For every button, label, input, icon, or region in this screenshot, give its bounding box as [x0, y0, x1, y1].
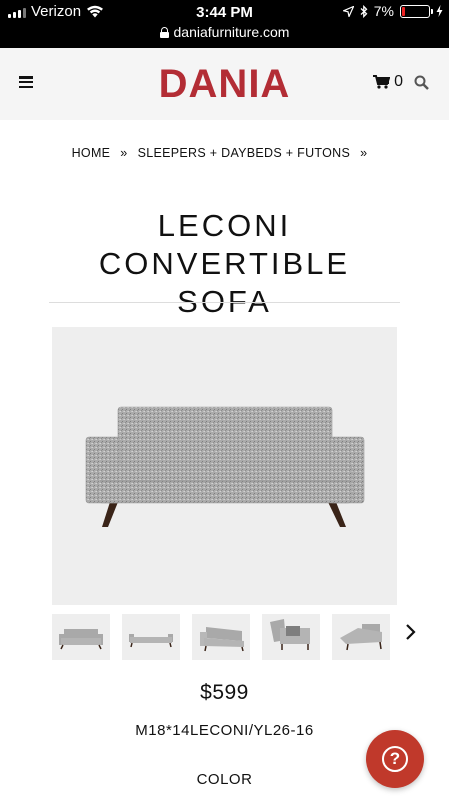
title-line-1: LECONI CONVERTIBLE [98, 208, 351, 281]
thumbnail-side[interactable] [262, 614, 320, 660]
status-bar: Verizon 3:44 PM 7% daniafurniture.com [0, 0, 449, 48]
cart-button[interactable]: 0 [373, 73, 403, 91]
thumbnail-strip [52, 614, 390, 660]
chevron-right-icon[interactable] [404, 622, 418, 642]
sofa-image [85, 406, 365, 527]
cart-count: 0 [394, 73, 403, 90]
breadcrumb-category[interactable]: SLEEPERS + DAYBEDS + FUTONS [138, 146, 351, 160]
breadcrumb-separator: » [360, 146, 368, 160]
question-icon: ? [382, 746, 408, 772]
location-arrow-icon [342, 5, 354, 17]
breadcrumb: HOME » SLEEPERS + DAYBEDS + FUTONS » [0, 146, 449, 160]
product-main-image[interactable] [52, 327, 397, 605]
battery-percent: 7% [373, 3, 394, 19]
divider [49, 302, 400, 303]
search-icon[interactable] [414, 75, 429, 90]
help-button[interactable]: ? [366, 730, 424, 788]
lock-icon [159, 26, 169, 38]
charging-bolt-icon [436, 5, 443, 17]
breadcrumb-home[interactable]: HOME [72, 146, 111, 160]
site-header: DANIA 0 [0, 48, 449, 120]
bluetooth-icon [360, 4, 368, 18]
thumbnail-sofa[interactable] [52, 614, 110, 660]
thumbnail-angle[interactable] [192, 614, 250, 660]
thumbnail-bed[interactable] [122, 614, 180, 660]
url-bar[interactable]: daniafurniture.com [0, 24, 449, 40]
page-title: LECONI CONVERTIBLE SOFA [30, 207, 419, 321]
breadcrumb-separator: » [120, 146, 128, 160]
cart-icon [373, 75, 391, 89]
thumbnail-recline[interactable] [332, 614, 390, 660]
battery-icon [400, 4, 433, 18]
product-price: $599 [200, 681, 249, 704]
url-text: daniafurniture.com [173, 24, 290, 40]
